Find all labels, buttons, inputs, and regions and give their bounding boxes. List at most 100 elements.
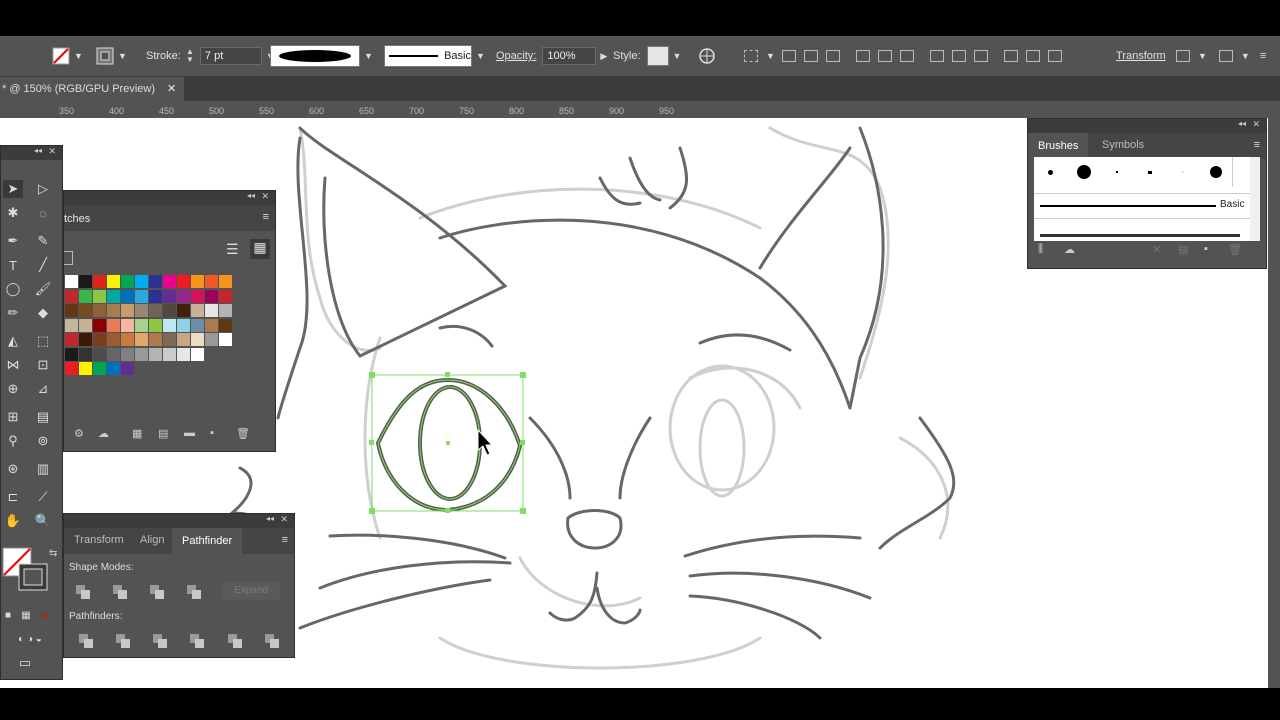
gradient-tool-icon[interactable]: ▤ <box>33 408 53 426</box>
brush-dropdown-icon[interactable]: ▼ <box>476 51 485 61</box>
opacity-label[interactable]: Opacity: <box>496 50 536 62</box>
swatch[interactable] <box>191 289 204 303</box>
swatch[interactable] <box>163 289 176 303</box>
pathfinder-panel-header[interactable]: ✕ ◂◂ <box>64 514 294 528</box>
tools-panel-header[interactable]: ✕ ◂◂ <box>1 146 62 160</box>
type-tool-icon[interactable]: T <box>3 256 23 274</box>
collapse-swatches-panel-icon[interactable]: ◂◂ <box>247 191 255 200</box>
zoom-tool-icon[interactable]: 🔍 <box>33 512 53 530</box>
swatch[interactable] <box>93 275 106 288</box>
divide-button[interactable] <box>79 634 93 648</box>
curvature-tool-icon[interactable]: ✎ <box>33 232 53 250</box>
swatch[interactable] <box>121 318 134 332</box>
swatch[interactable] <box>107 304 120 317</box>
swatch[interactable] <box>149 289 162 303</box>
swatch[interactable] <box>205 318 218 332</box>
swatch[interactable] <box>149 304 162 317</box>
trim-button[interactable] <box>116 634 130 648</box>
swatch[interactable] <box>149 318 162 332</box>
swatch[interactable] <box>149 347 162 361</box>
swatch[interactable] <box>107 318 120 332</box>
swatch[interactable] <box>65 347 78 361</box>
swatch[interactable] <box>65 318 78 332</box>
swatch[interactable] <box>107 289 120 303</box>
swatch[interactable] <box>219 304 232 317</box>
width-tool-icon[interactable]: ⋈ <box>3 356 23 374</box>
stroke-stepper-icon[interactable]: ▲ ▼ <box>186 48 194 64</box>
close-pathfinder-panel-icon[interactable]: ✕ <box>280 514 288 525</box>
column-graph-tool-icon[interactable]: ▥ <box>33 460 53 478</box>
swatch[interactable] <box>121 347 134 361</box>
selection-tool-icon[interactable]: ➤ <box>3 180 23 198</box>
list-view-icon[interactable]: ☰ <box>226 241 239 258</box>
swatch[interactable] <box>135 275 148 288</box>
swatch[interactable] <box>79 289 92 303</box>
none-mode-icon[interactable]: ⧄ <box>37 606 53 624</box>
fill-stroke-widget[interactable]: ⇆ <box>1 544 63 592</box>
outline-button[interactable] <box>228 634 242 648</box>
swatch[interactable] <box>219 318 232 332</box>
draw-modes-icon[interactable]: ◐ ◑ ◒ <box>1 630 59 648</box>
swatch[interactable] <box>177 333 190 346</box>
scale-tool-icon[interactable]: ⬚ <box>33 332 53 350</box>
swatch[interactable] <box>107 333 120 346</box>
distribute-vcenter-icon[interactable] <box>952 50 966 62</box>
swatch[interactable] <box>135 333 148 346</box>
close-document-icon[interactable]: ✕ <box>167 83 176 95</box>
new-brush-icon[interactable]: ▪ <box>1204 243 1208 255</box>
graphic-style-swatch[interactable] <box>646 46 669 66</box>
swatch[interactable] <box>121 362 134 375</box>
brush-charcoal-row[interactable] <box>1034 221 1250 241</box>
swatch[interactable] <box>205 275 218 288</box>
brushes-scrollbar[interactable] <box>1250 157 1260 241</box>
swatch[interactable] <box>191 318 204 332</box>
collapse-tools-panel-icon[interactable]: ◂◂ <box>34 146 42 155</box>
swatch[interactable] <box>219 275 232 288</box>
perspective-grid-tool-icon[interactable]: ⊿ <box>33 380 53 398</box>
color-mode-icon[interactable]: ■ <box>1 606 15 624</box>
recolor-artwork-icon[interactable] <box>698 47 716 65</box>
lasso-tool-icon[interactable]: ◌ <box>33 204 53 222</box>
hand-tool-icon[interactable]: ✋ <box>3 512 23 530</box>
brush-faint[interactable] <box>1166 157 1200 187</box>
swatch[interactable] <box>135 347 148 361</box>
arrange-documents-icon[interactable] <box>1218 50 1233 62</box>
swatch[interactable] <box>135 318 148 332</box>
swatch[interactable] <box>121 333 134 346</box>
swatch[interactable] <box>191 333 204 346</box>
swatches-panel-menu-icon[interactable]: ≡ <box>263 211 269 223</box>
new-color-group-icon[interactable]: ▤ <box>158 427 168 440</box>
unite-button[interactable] <box>76 585 90 599</box>
swatch[interactable] <box>163 347 176 361</box>
distribute-top-icon[interactable] <box>930 50 944 62</box>
swatch[interactable] <box>107 347 120 361</box>
tab-transform[interactable]: Transform <box>74 534 124 546</box>
swatch-kinds-icon[interactable]: ☁ <box>98 427 109 440</box>
libraries-panel-icon[interactable]: ☁ <box>1064 243 1075 256</box>
horizontal-align-center-icon[interactable] <box>804 50 818 62</box>
delete-brush-icon[interactable]: 🗑 <box>1228 243 1242 256</box>
swatch[interactable] <box>163 318 176 332</box>
direct-selection-tool-icon[interactable]: ▷ <box>33 180 53 198</box>
swatch[interactable] <box>191 347 204 361</box>
swatch[interactable] <box>93 347 106 361</box>
fill-stroke-mini-icon[interactable] <box>64 251 73 265</box>
brush-dot-tiny[interactable] <box>1100 157 1134 187</box>
close-swatches-panel-icon[interactable]: ✕ <box>261 191 269 202</box>
intersect-button[interactable] <box>150 585 164 599</box>
horizontal-align-right-icon[interactable] <box>826 50 840 62</box>
swatch[interactable] <box>149 275 162 288</box>
minus-front-button[interactable] <box>113 585 127 599</box>
swatch[interactable] <box>177 318 190 332</box>
swatch[interactable] <box>177 347 190 361</box>
mesh-tool-icon[interactable]: ⊞ <box>3 408 23 426</box>
swatch[interactable] <box>121 304 134 317</box>
vertical-align-bottom-icon[interactable] <box>900 50 914 62</box>
swatch[interactable] <box>135 304 148 317</box>
brushes-panel-header[interactable]: ✕ ◂◂ <box>1028 119 1266 133</box>
swatch[interactable] <box>79 318 92 332</box>
shape-builder-tool-icon[interactable]: ⊕ <box>3 380 23 398</box>
brushes-panel-menu-icon[interactable]: ≡ <box>1254 139 1260 151</box>
delete-swatch-icon[interactable]: 🗑 <box>236 427 250 440</box>
swatch[interactable] <box>177 304 190 317</box>
